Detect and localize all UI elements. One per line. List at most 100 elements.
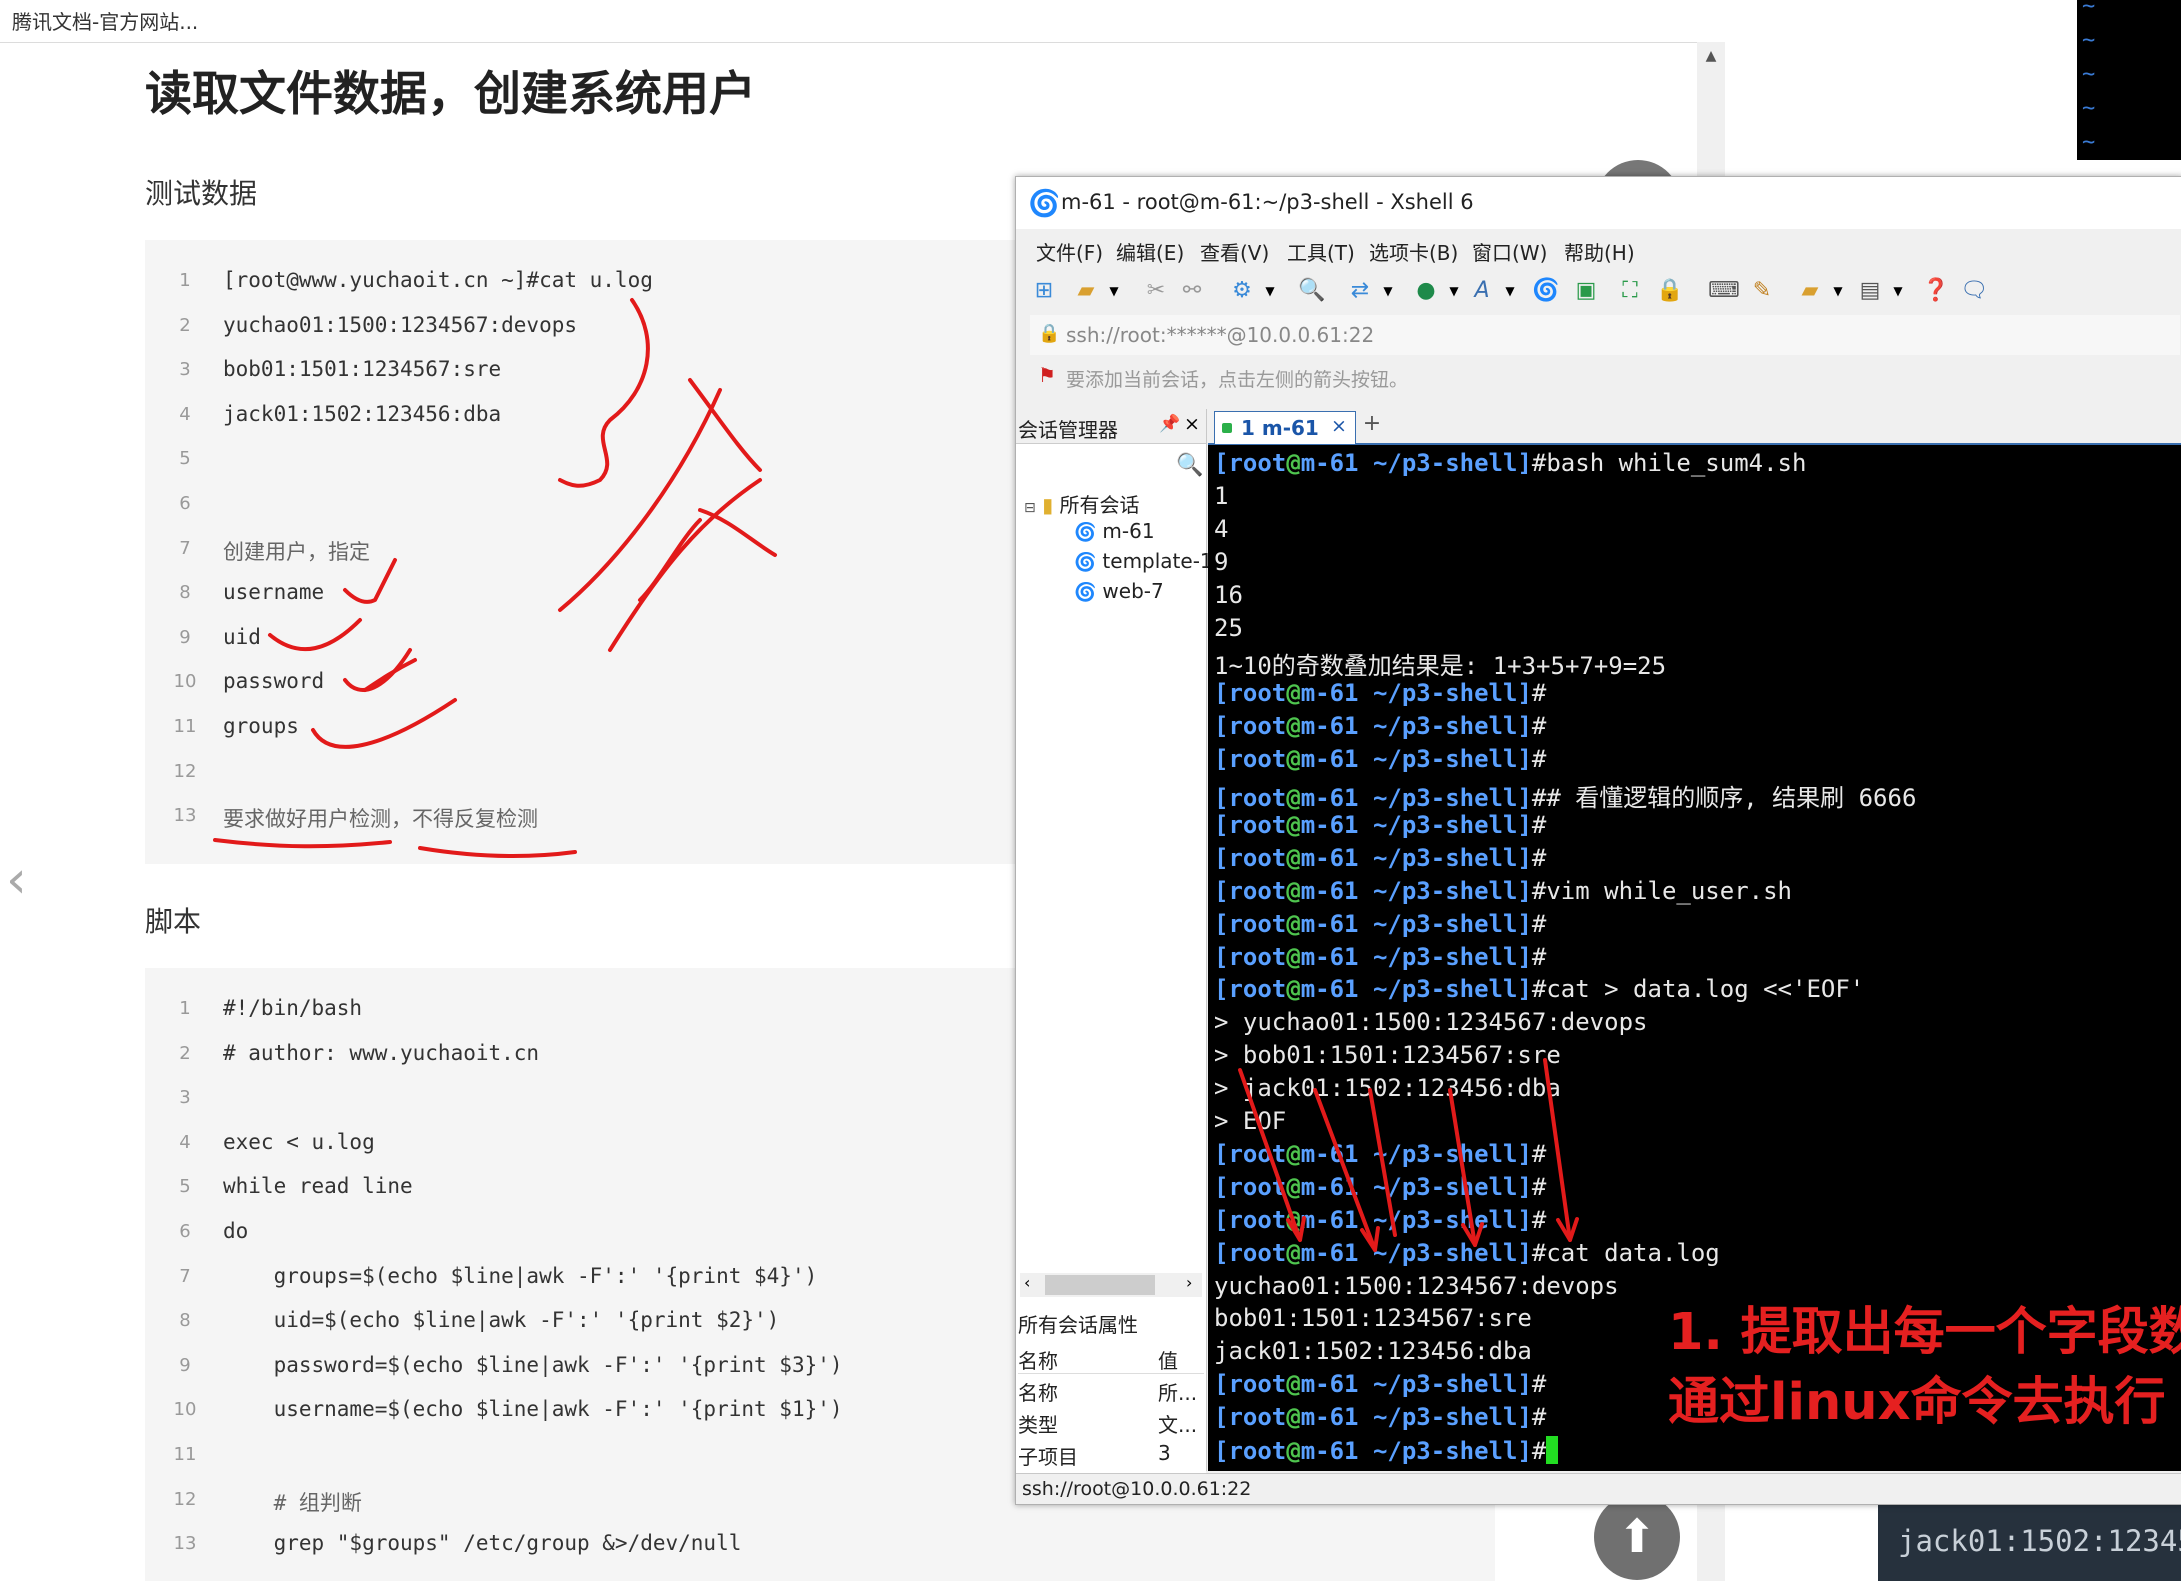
tab-m-61[interactable]: 1 m-61 × xyxy=(1214,411,1356,444)
xshell-icon[interactable]: 🌀 xyxy=(1532,277,1560,305)
scroll-right-icon[interactable]: › xyxy=(1186,1273,1192,1292)
script-icon[interactable]: ▰ xyxy=(1796,277,1824,305)
line-number: 8 xyxy=(179,1310,191,1332)
menu-item[interactable]: 选项卡(B) xyxy=(1369,237,1458,266)
sftp-icon[interactable]: ⇄ xyxy=(1346,277,1374,305)
menu-item[interactable]: 编辑(E) xyxy=(1116,237,1184,266)
prompt-path: ~/p3-shell xyxy=(1372,712,1518,741)
bookmark-flag-icon[interactable]: ⚑ xyxy=(1038,363,1056,387)
find-icon[interactable]: 🔍 xyxy=(1298,277,1326,305)
prev-page-chevron-icon[interactable]: ‹ xyxy=(6,850,27,910)
line-number: 2 xyxy=(179,314,191,336)
prompt-host: m-61 xyxy=(1300,1403,1359,1432)
new-session-icon[interactable]: ⊞ xyxy=(1030,277,1058,305)
menu-item[interactable]: 工具(T) xyxy=(1287,237,1355,266)
property-key: 子项目 xyxy=(1018,1445,1078,1469)
help-icon[interactable]: ❓ xyxy=(1922,277,1950,305)
property-row[interactable]: 名称 所... xyxy=(1018,1377,1204,1405)
scrollbar-thumb[interactable] xyxy=(1045,1275,1155,1295)
prompt-symbol: # xyxy=(1531,942,1547,971)
layout-icon[interactable]: ▤ xyxy=(1856,277,1884,305)
prompt-user: root xyxy=(1228,942,1287,971)
prompt-bracket: ] xyxy=(1517,810,1532,839)
prompt-path: ~/p3-shell xyxy=(1372,1238,1518,1267)
lock-icon[interactable]: 🔒 xyxy=(1656,277,1684,305)
chat-icon[interactable]: 🗨 xyxy=(1960,277,1988,305)
terminal-prompt-line: [root@m-61 ~/p3-shell]# xyxy=(1214,1370,1546,1402)
menu-item[interactable]: 窗口(W) xyxy=(1472,237,1547,266)
prompt-symbol: # xyxy=(1531,1205,1547,1234)
dropdown-chevron-icon[interactable]: ▼ xyxy=(1100,277,1128,305)
dropdown-chevron-icon[interactable]: ▼ xyxy=(1824,277,1852,305)
dropdown-chevron-icon[interactable]: ▼ xyxy=(1884,277,1912,305)
property-value: 3 xyxy=(1158,1441,1171,1465)
pin-icon[interactable]: 📌 xyxy=(1159,414,1180,434)
session-item[interactable]: 🌀 web-7 xyxy=(1074,579,1164,603)
keyboard-icon[interactable]: ⌨ xyxy=(1708,277,1740,305)
terminal-prompt-line: [root@m-61 ~/p3-shell]# xyxy=(1214,745,1546,777)
status-bar: ssh://root@10.0.0.61:22 xyxy=(1016,1473,2181,1504)
xftp-icon[interactable]: ▣ xyxy=(1572,277,1600,305)
property-row[interactable]: 子项目 3 xyxy=(1018,1441,1204,1469)
search-icon[interactable]: 🔍 xyxy=(1176,453,1203,478)
scroll-left-icon[interactable]: ‹ xyxy=(1024,1273,1030,1292)
session-manager-title: 会话管理器 xyxy=(1018,418,1118,442)
address-bar[interactable]: 🔒 ssh://root:******@10.0.0.61:22 xyxy=(1030,315,2180,355)
tab-close-icon[interactable]: × xyxy=(1331,415,1347,437)
open-folder-icon[interactable]: ▰ xyxy=(1072,277,1100,305)
xshell-session-icon: 🌀 xyxy=(1074,522,1097,543)
session-item[interactable]: 🌀 template-1 xyxy=(1074,549,1213,573)
menu-item[interactable]: 文件(F) xyxy=(1036,237,1103,266)
menu-item[interactable]: 帮助(H) xyxy=(1564,237,1635,266)
menu-item[interactable]: 查看(V) xyxy=(1200,237,1269,266)
prompt-at: @ xyxy=(1286,1437,1301,1465)
scroll-up-arrow-icon[interactable]: ▲ xyxy=(1700,48,1722,68)
disconnect-icon[interactable]: ⚯ xyxy=(1178,277,1206,305)
vim-empty-line-tilde: ~ xyxy=(2082,130,2096,155)
session-item[interactable]: 🌀 m-61 xyxy=(1074,519,1155,543)
terminal-prompt-line: [root@m-61 ~/p3-shell]#cat data.log xyxy=(1214,1239,1720,1271)
fullscreen-icon[interactable]: ⛶ xyxy=(1616,277,1644,305)
dropdown-chevron-icon[interactable]: ▼ xyxy=(1256,277,1284,305)
terminal-output-line: yuchao01:1500:1234567:devops xyxy=(1214,1271,1619,1300)
code-text: username xyxy=(223,580,325,605)
close-icon[interactable]: × xyxy=(1184,413,1200,435)
property-row[interactable]: 类型 文... xyxy=(1018,1409,1204,1437)
new-tab-plus-icon[interactable]: + xyxy=(1360,411,1384,439)
add-session-hint: ⚑ 要添加当前会话，点击左侧的箭头按钮。 xyxy=(1030,357,2180,397)
line-number: 4 xyxy=(179,1131,191,1153)
prompt-user: root xyxy=(1228,784,1287,812)
highlight-pen-icon[interactable]: ✎ xyxy=(1748,277,1776,305)
prompt-host: m-61 xyxy=(1300,1370,1359,1399)
prompt-bracket: ] xyxy=(1517,1172,1532,1201)
xshell-titlebar[interactable]: 🌀 m-61 - root@m-61:~/p3-shell - Xshell 6 xyxy=(1016,177,2181,229)
terminal-prompt-line: [root@m-61 ~/p3-shell]# xyxy=(1214,1436,1559,1468)
globe-icon[interactable]: ● xyxy=(1412,277,1440,305)
session-hscrollbar[interactable]: ‹ › xyxy=(1020,1273,1202,1297)
prompt-at: @ xyxy=(1286,876,1301,905)
prompt-bracket: [ xyxy=(1214,975,1229,1004)
dropdown-chevron-icon[interactable]: ▼ xyxy=(1374,277,1402,305)
code-text: [root@www.yuchaoit.cn ~]#cat u.log xyxy=(223,268,653,292)
xshell-logo-icon: 🌀 xyxy=(1028,189,1061,219)
dropdown-chevron-icon[interactable]: ▼ xyxy=(1496,277,1524,305)
prompt-symbol: # xyxy=(1531,843,1547,872)
reconnect-icon[interactable]: ✂ xyxy=(1142,277,1170,305)
prompt-host: m-61 xyxy=(1300,843,1359,872)
properties-icon[interactable]: ⚙ xyxy=(1228,277,1256,305)
prompt-at: @ xyxy=(1286,975,1301,1004)
tree-root-all-sessions[interactable]: ⊟ ▮ 所有会话 xyxy=(1024,489,1139,518)
terminal-output-line: > EOF xyxy=(1214,1107,1287,1135)
dropdown-chevron-icon[interactable]: ▼ xyxy=(1440,277,1468,305)
prompt-path: ~/p3-shell xyxy=(1372,1403,1518,1432)
line-number: 9 xyxy=(179,626,191,648)
vim-empty-line-tilde: ~ xyxy=(2082,28,2096,53)
code-text: username=$(echo $line|awk -F':' '{print … xyxy=(223,1397,843,1422)
font-icon[interactable]: A xyxy=(1468,277,1496,305)
browser-tab-title[interactable]: 腾讯文档-官方网站... xyxy=(12,6,198,35)
back-to-top-arrow-icon[interactable]: ⬆ xyxy=(1594,1494,1680,1580)
